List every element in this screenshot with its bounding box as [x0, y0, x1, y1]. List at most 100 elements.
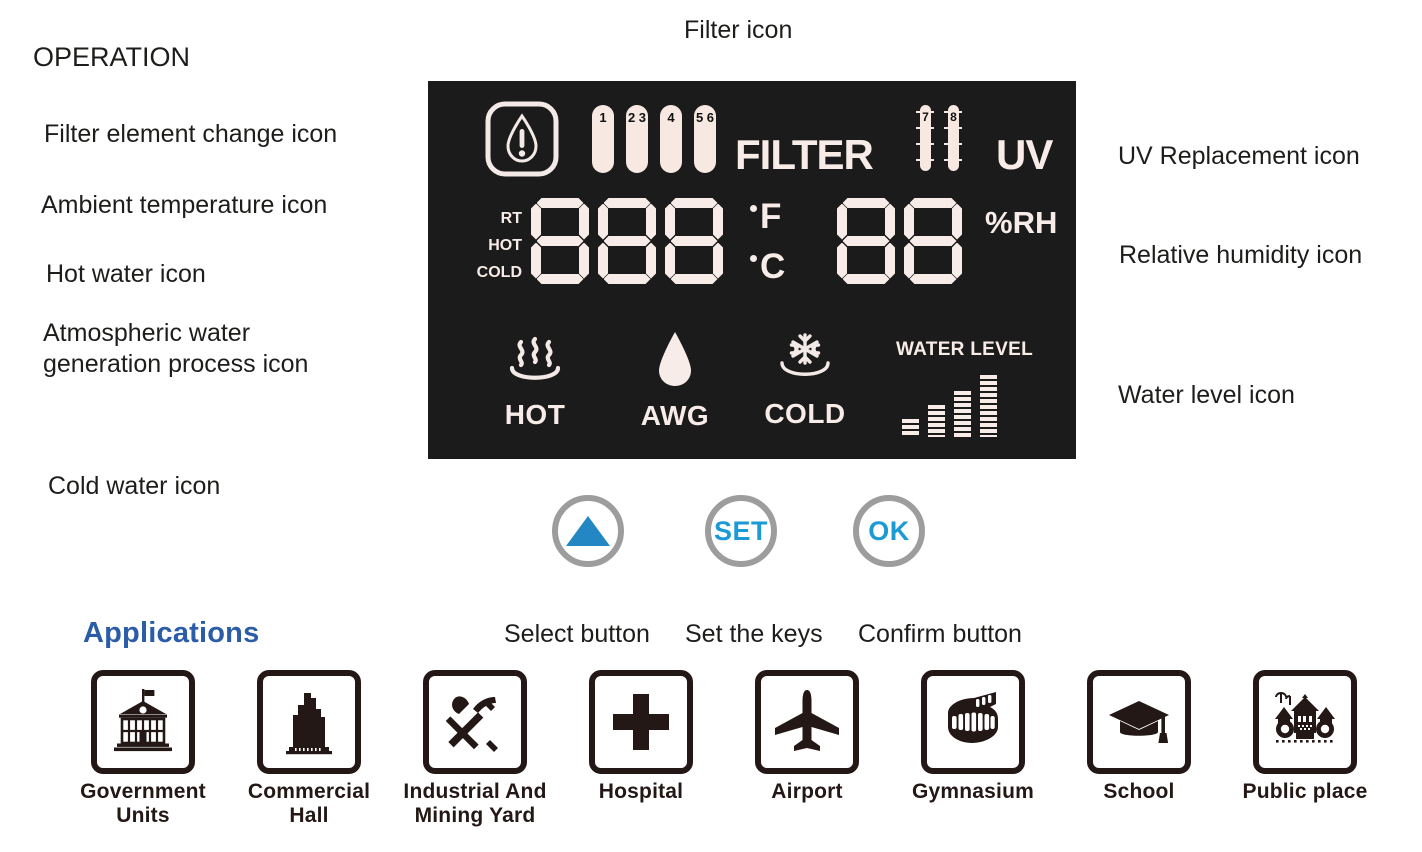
segment — [665, 243, 675, 279]
seven-segment-digit — [531, 198, 589, 284]
filter-pill: 2 3 — [626, 105, 648, 173]
seven-segment-digit — [598, 198, 656, 284]
water-level-bar — [954, 391, 971, 437]
callout-uv-replacement: UV Replacement icon — [1118, 142, 1360, 170]
callout-select-button: Select button — [504, 620, 650, 648]
awg-status-label: AWG — [640, 400, 710, 431]
application-label: Public place — [1242, 780, 1368, 803]
government-building-icon — [91, 670, 195, 774]
airplane-icon — [755, 670, 859, 774]
water-drop-icon — [628, 329, 722, 394]
segment — [598, 204, 608, 240]
mode-label-hot: HOT — [488, 237, 522, 254]
segment — [910, 274, 957, 284]
seven-segment-digit — [904, 198, 962, 284]
unit-fahrenheit-letter: F — [760, 197, 782, 236]
segment — [671, 198, 718, 208]
segment — [885, 243, 895, 279]
segment — [579, 243, 589, 279]
segment — [952, 204, 962, 240]
segment — [837, 243, 847, 279]
segment — [665, 204, 675, 240]
uv-lamp: 7 — [916, 105, 934, 171]
uv-lamp-number: 7 — [920, 105, 931, 171]
uv-lamp-group: 7 8 — [916, 105, 962, 171]
mode-label-group: RT HOT COLD — [476, 205, 522, 286]
application-label: Airport — [771, 780, 843, 803]
segment — [713, 204, 723, 240]
uv-lamp: 8 — [944, 105, 962, 171]
operation-title: OPERATION — [33, 42, 191, 72]
application-label: Gymnasium — [911, 780, 1034, 803]
mode-label-cold: COLD — [476, 264, 522, 281]
application-item: Industrial And Mining Yard — [392, 670, 558, 828]
up-button[interactable] — [552, 495, 624, 567]
graduation-cap-icon — [1087, 670, 1191, 774]
segment — [604, 274, 651, 284]
callout-filter-icon: Filter icon — [684, 16, 793, 44]
callout-relative-humidity: Relative humidity icon — [1119, 241, 1363, 269]
application-item: Commercial Hall — [226, 670, 392, 828]
filter-pill: 1 — [592, 105, 614, 173]
hot-status-block: HOT — [488, 336, 582, 431]
application-item: School — [1056, 670, 1222, 828]
set-button-label: SET — [713, 515, 768, 546]
segment — [843, 198, 890, 208]
medical-cross-icon — [589, 670, 693, 774]
segment — [671, 274, 718, 284]
degree-dot-icon — [750, 205, 757, 212]
segment — [837, 204, 847, 240]
applications-row: Government Units Commercial Hall Industria… — [60, 670, 1390, 828]
callout-awg-process: Atmospheric water generation process ico… — [43, 319, 309, 378]
segment — [531, 204, 541, 240]
town-scene-icon — [1253, 670, 1357, 774]
skyscraper-icon — [257, 670, 361, 774]
segment — [598, 243, 608, 279]
steam-waves-icon — [488, 336, 582, 393]
application-item: Airport — [724, 670, 890, 828]
application-label: Commercial Hall — [247, 780, 371, 827]
humidity-unit-label: %RH — [985, 205, 1058, 240]
water-level-caption: WATER LEVEL — [896, 339, 1034, 360]
seven-segment-digit — [665, 198, 723, 284]
water-level-bar — [980, 375, 997, 437]
application-item: Hospital — [558, 670, 724, 828]
snowflake-icon — [758, 333, 852, 392]
ok-button[interactable]: OK — [853, 495, 925, 567]
segment — [646, 243, 656, 279]
segment — [910, 236, 957, 246]
callout-filter-element-change: Filter element change icon — [44, 120, 338, 148]
segment — [537, 198, 584, 208]
set-button[interactable]: SET — [705, 495, 777, 567]
segment — [604, 198, 651, 208]
callout-cold-water: Cold water icon — [48, 472, 221, 500]
segment — [904, 204, 914, 240]
segment — [537, 236, 584, 246]
unit-celsius: C — [750, 249, 785, 284]
filter-word-label: FILTER — [735, 131, 874, 178]
lcd-display-panel: 1 2 3 4 5 6 FILTER 7 8 UV RT HOT COLD F … — [428, 81, 1076, 459]
segment — [537, 274, 584, 284]
segment — [579, 204, 589, 240]
callout-ambient-temperature: Ambient temperature icon — [41, 191, 328, 219]
ok-button-label: OK — [868, 515, 910, 546]
application-item: Public place — [1222, 670, 1388, 828]
water-level-block: WATER LEVEL — [896, 339, 1036, 437]
seven-segment-digit — [837, 198, 895, 284]
segment — [531, 243, 541, 279]
segment — [671, 236, 718, 246]
stadium-icon — [921, 670, 1025, 774]
application-label: School — [1103, 780, 1175, 803]
water-drop-warning-icon — [484, 100, 560, 178]
filter-pill: 5 6 — [694, 105, 716, 173]
callout-hot-water: Hot water icon — [46, 260, 206, 288]
segment — [910, 198, 957, 208]
segment — [713, 243, 723, 279]
water-level-bar — [928, 405, 945, 437]
water-level-bar — [902, 419, 919, 437]
water-level-bars — [896, 375, 1036, 437]
applications-title: Applications — [83, 617, 260, 649]
hot-status-label: HOT — [504, 399, 566, 430]
shovel-pickaxe-icon — [423, 670, 527, 774]
unit-fahrenheit: F — [750, 199, 781, 234]
